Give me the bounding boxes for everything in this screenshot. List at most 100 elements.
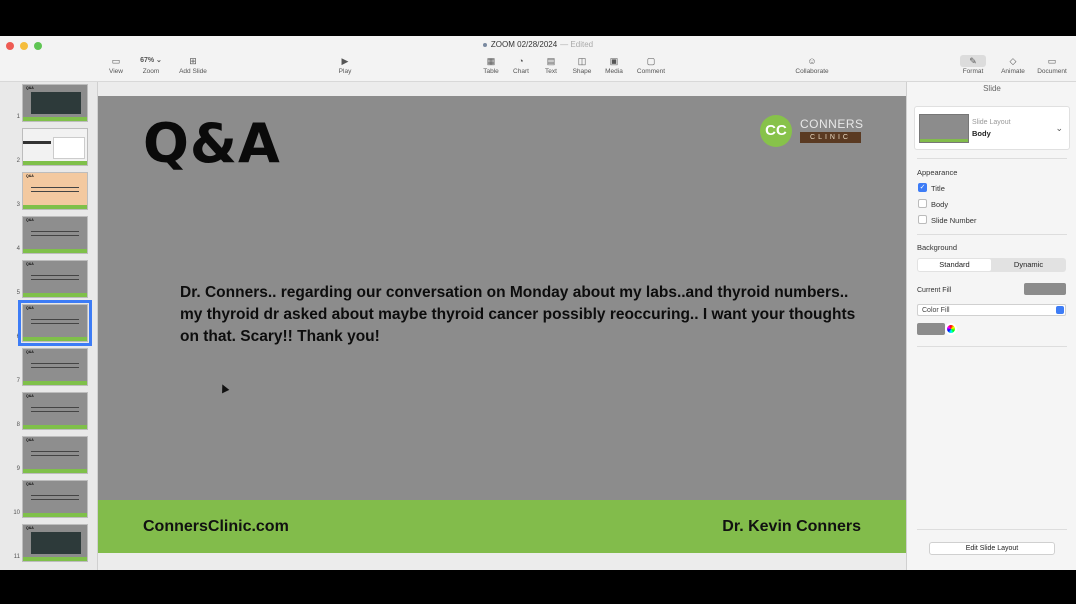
thumbnail-footer [23,117,87,121]
document-label: Document [1037,68,1067,75]
slide-number: 1 [16,114,20,120]
title-checkbox[interactable]: ✓ [918,183,927,192]
footer-website: ConnersClinic.com [143,518,289,535]
media-label: Media [605,68,623,75]
thumbnail-title: Q&A [26,86,34,90]
slide-thumbnail[interactable] [22,128,88,166]
slide-number-checkbox[interactable] [918,215,927,224]
slide-thumbnail[interactable]: Q&A [22,348,88,386]
thumbnail-footer [23,337,87,341]
thumbnail-title: Q&A [26,526,34,530]
play-icon: ▶ [341,56,349,66]
comment-button[interactable]: ▢ Comment [631,55,671,75]
color-well[interactable] [917,323,945,335]
slide-thumbnail[interactable]: Q&A [22,216,88,254]
thumbnail-title: Q&A [26,350,34,354]
thumbnail-line [31,455,79,457]
media-button[interactable]: ▣ Media [594,55,634,75]
slide-thumbnail[interactable]: Q&A [22,436,88,474]
title-checkbox-label: Title [931,184,945,193]
paintbrush-icon: ✎ [960,55,986,67]
thumbnail-line [31,363,79,365]
play-button[interactable]: ▶ Play [325,55,365,75]
thumbnail-line [31,499,79,501]
add-slide-button[interactable]: ⊞ Add Slide [173,55,213,75]
edited-status-text: Edited [570,40,594,49]
collaborate-icon: ☺ [807,56,817,66]
slide-layout-picker[interactable]: Slide Layout Body ⌄ [914,106,1070,150]
keynote-window: ZOOM 02/28/2024— Edited ▭ View 67% ⌄ Zoom … [0,36,1076,570]
select-arrows-icon [1056,306,1064,314]
fill-type-value: Color Fill [922,307,950,314]
layout-thumbnail [919,114,969,143]
dynamic-tab[interactable]: Dynamic [992,259,1065,271]
logo-mark: CC [760,115,792,147]
logo-text-top: CONNERS [800,117,864,131]
body-checkbox[interactable] [918,199,927,208]
zoom-button[interactable]: 67% ⌄ Zoom [131,55,171,75]
add-slide-icon: ⊞ [189,56,197,66]
slide-number: 2 [16,158,20,164]
conners-clinic-logo: CC CONNERS CLINIC [760,115,864,149]
background-heading: Background [917,243,958,252]
thumbnail-title: Q&A [26,174,34,178]
view-label: View [109,68,123,75]
thumbnail-title: Q&A [26,262,34,266]
collaborate-label: Collaborate [795,68,829,75]
slide-body-text[interactable]: Dr. Conners.. regarding our conversation… [180,282,860,348]
slide-number: 6 [16,334,20,340]
edit-slide-layout-button[interactable]: Edit Slide Layout [929,542,1055,555]
thumbnail-footer [23,293,87,297]
document-button[interactable]: ▭ Document [1032,55,1072,75]
format-button[interactable]: ✎ Format [953,55,993,75]
view-button[interactable]: ▭ View [96,55,136,75]
slide-title[interactable]: Q&A [143,112,281,175]
zoom-value: 67% ⌄ [140,57,162,64]
color-wheel-icon[interactable] [945,323,957,335]
document-title: ZOOM 02/28/2024 [490,40,558,49]
appearance-heading: Appearance [917,168,958,177]
slide-number: 9 [16,466,20,472]
slide-thumbnail[interactable]: Q&A [22,84,88,122]
slide-layout-label: Slide Layout [972,119,1011,126]
inspector-panel: Slide Slide Layout Body ⌄ Appearance ✓ T… [906,82,1076,570]
animate-label: Animate [1001,68,1025,75]
thumbnail-footer [23,557,87,561]
slide-canvas[interactable]: Q&A CC CONNERS CLINIC Dr. Conners.. rega… [98,96,906,553]
zoom-value-text: 67% [140,57,155,64]
fill-type-select[interactable]: Color Fill [917,304,1066,316]
thumbnail-footer [23,205,87,209]
slide-number: 5 [16,290,20,296]
body-checkbox-label: Body [931,200,949,209]
divider [917,158,1067,159]
inspector-header: Slide [983,84,1001,93]
thumbnail-footer [23,161,87,165]
slide-layout-value: Body [972,129,991,138]
divider [917,234,1067,235]
animate-icon: ◇ [1009,56,1017,66]
slide-number: 3 [16,202,20,208]
divider [917,529,1067,530]
slide-number: 10 [13,510,20,516]
document-icon [482,42,487,47]
thumbnail-line [31,235,79,237]
format-label: Format [962,68,984,75]
animate-button[interactable]: ◇ Animate [993,55,1033,75]
thumbnail-title: Q&A [26,482,34,486]
slide-thumbnail[interactable]: Q&A [22,392,88,430]
add-slide-label: Add Slide [179,68,207,75]
thumbnail-line [31,367,79,369]
slide-thumbnail[interactable]: Q&A [22,524,88,562]
standard-tab[interactable]: Standard [918,259,991,271]
current-fill-swatch[interactable] [1024,283,1066,295]
slide-thumbnail[interactable]: Q&A [22,480,88,518]
thumbnail-line [31,191,79,193]
edited-status: — Edited [560,40,594,49]
slide-thumbnail[interactable]: Q&A [18,300,92,346]
thumbnail-line [31,319,79,321]
chevron-down-icon[interactable]: ⌄ [1055,123,1063,134]
divider [917,346,1067,347]
collaborate-button[interactable]: ☺ Collaborate [792,55,832,75]
slide-thumbnail[interactable]: Q&A [22,172,88,210]
slide-thumbnail[interactable]: Q&A [22,260,88,298]
